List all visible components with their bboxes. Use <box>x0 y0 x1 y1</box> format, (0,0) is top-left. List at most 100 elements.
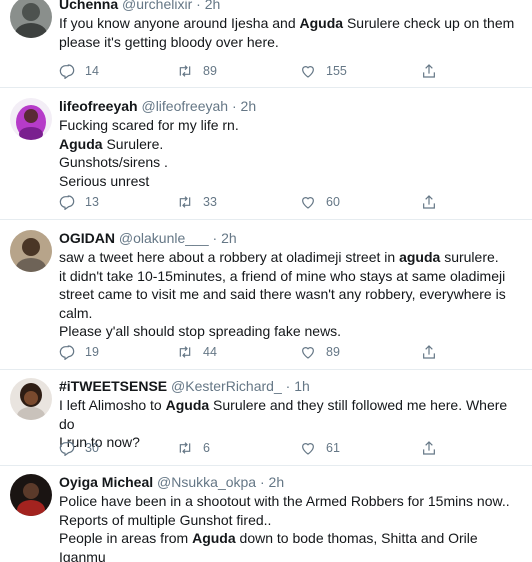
retweet-icon <box>179 65 191 77</box>
tweet-actions: 13 33 60 <box>59 193 459 211</box>
tweet[interactable]: OGIDAN @olakunle___ · 2h saw a tweet her… <box>0 220 532 370</box>
tweet-actions: 14 89 155 <box>59 62 459 80</box>
tweet[interactable]: #iTWEETSENSE @KesterRichard_ · 1h I left… <box>0 370 532 466</box>
timestamp[interactable]: 1h <box>294 378 310 394</box>
text-segment: Fucking scared for my life rn. <box>59 117 239 133</box>
retweet-button[interactable]: 89 <box>177 62 217 80</box>
share-icon <box>423 345 435 359</box>
text-segment: I left Alimosho to <box>59 397 166 413</box>
share-button[interactable] <box>421 193 437 211</box>
text-segment: Gunshots/sirens . <box>59 154 168 170</box>
like-icon <box>302 66 314 78</box>
retweet-button[interactable]: 44 <box>177 343 217 361</box>
avatar[interactable] <box>10 230 52 272</box>
reply-icon <box>59 345 75 360</box>
reply-button[interactable]: 14 <box>59 62 99 80</box>
share-button[interactable] <box>421 439 437 457</box>
tweet-text: If you know anyone around Ijesha and Agu… <box>59 14 524 51</box>
text-segment: street came to visit me and said there w… <box>59 286 506 302</box>
tweet-line: Gunshots/sirens . <box>59 153 524 172</box>
tweet[interactable]: lifeofreeyah @lifeofreeyah · 2h Fucking … <box>0 88 532 220</box>
share-icon <box>423 64 435 78</box>
user-handle[interactable]: @olakunle___ <box>119 230 209 246</box>
tweet-line: Police have been in a shootout with the … <box>59 492 524 511</box>
tweet-line: Please y'all should stop spreading fake … <box>59 322 524 341</box>
reply-count: 14 <box>85 64 99 78</box>
separator: · <box>285 378 291 394</box>
text-segment: Police have been in a shootout with the … <box>59 493 510 509</box>
timestamp[interactable]: 2h <box>241 98 257 114</box>
reply-icon <box>59 64 75 79</box>
reply-button[interactable]: 30 <box>59 439 99 457</box>
separator: · <box>259 474 265 490</box>
avatar[interactable] <box>10 474 52 516</box>
tweet-line: saw a tweet here about a robbery at olad… <box>59 248 524 267</box>
text-segment: Please y'all should stop spreading fake … <box>59 323 342 339</box>
retweet-count: 89 <box>203 64 217 78</box>
tweet-line: Aguda Surulere. <box>59 135 524 154</box>
timestamp[interactable]: 2h <box>205 0 221 12</box>
share-icon <box>423 195 435 209</box>
tweet-line: calm. <box>59 304 524 323</box>
retweet-count: 6 <box>203 441 210 455</box>
retweet-button[interactable]: 6 <box>177 439 210 457</box>
separator: · <box>212 230 218 246</box>
tweet-line: People in areas from Aguda down to bode … <box>59 529 524 562</box>
reply-count: 13 <box>85 195 99 209</box>
like-count: 155 <box>326 64 347 78</box>
like-icon <box>302 197 314 209</box>
tweet-line: please it's getting bloody over here. <box>59 33 524 52</box>
user-handle[interactable]: @urchelixir <box>122 0 192 12</box>
text-segment: saw a tweet here about a robbery at olad… <box>59 249 400 265</box>
reply-icon <box>59 195 75 210</box>
separator: · <box>231 98 237 114</box>
retweet-icon <box>179 346 191 358</box>
like-button[interactable]: 89 <box>300 343 340 361</box>
share-button[interactable] <box>421 62 437 80</box>
user-name[interactable]: #iTWEETSENSE <box>59 378 167 394</box>
avatar[interactable] <box>10 0 52 38</box>
keyword-highlight: Aguda <box>59 135 103 152</box>
retweet-count: 33 <box>203 195 217 209</box>
user-handle[interactable]: @Nsukka_okpa <box>157 474 256 490</box>
text-segment: Surulere check up on them <box>343 15 515 31</box>
reply-button[interactable]: 19 <box>59 343 99 361</box>
tweet[interactable]: Oyiga Micheal @Nsukka_okpa · 2h Police h… <box>0 466 532 562</box>
user-handle[interactable]: @KesterRichard_ <box>171 378 282 394</box>
like-icon <box>302 443 314 455</box>
like-button[interactable]: 61 <box>300 439 340 457</box>
tweet-line: I left Alimosho to Aguda Surulere and th… <box>59 396 524 433</box>
like-button[interactable]: 155 <box>300 62 347 80</box>
tweet-line: If you know anyone around Ijesha and Agu… <box>59 14 524 33</box>
text-segment: People in areas from <box>59 530 193 546</box>
user-name[interactable]: OGIDAN <box>59 230 115 246</box>
reply-button[interactable]: 13 <box>59 193 99 211</box>
like-count: 61 <box>326 441 340 455</box>
like-icon <box>302 347 314 359</box>
tweet-actions: 19 44 89 <box>59 343 459 361</box>
avatar[interactable] <box>10 98 52 140</box>
timestamp[interactable]: 2h <box>221 230 237 246</box>
tweet-line: Reports of multiple Gunshot fired.. <box>59 511 524 530</box>
reply-count: 30 <box>85 441 99 455</box>
retweet-button[interactable]: 33 <box>177 193 217 211</box>
user-name[interactable]: lifeofreeyah <box>59 98 138 114</box>
user-name[interactable]: Uchenna <box>59 0 118 12</box>
timestamp[interactable]: 2h <box>269 474 285 490</box>
share-icon <box>423 441 435 455</box>
tweet-line: street came to visit me and said there w… <box>59 285 524 304</box>
user-name[interactable]: Oyiga Micheal <box>59 474 153 490</box>
tweet-header: OGIDAN @olakunle___ · 2h <box>59 230 524 247</box>
share-button[interactable] <box>421 343 437 361</box>
like-button[interactable]: 60 <box>300 193 340 211</box>
retweet-icon <box>179 442 191 454</box>
like-count: 89 <box>326 345 340 359</box>
tweet-header: #iTWEETSENSE @KesterRichard_ · 1h <box>59 378 524 395</box>
text-segment: Reports of multiple Gunshot fired.. <box>59 511 272 528</box>
keyword-highlight: Aguda <box>192 530 236 546</box>
user-handle[interactable]: @lifeofreeyah <box>141 98 228 114</box>
keyword-highlight: Aguda <box>165 397 210 413</box>
avatar[interactable] <box>10 378 52 420</box>
tweet-header: lifeofreeyah @lifeofreeyah · 2h <box>59 98 524 115</box>
tweet[interactable]: Uchenna @urchelixir · 2h If you know any… <box>0 0 532 88</box>
